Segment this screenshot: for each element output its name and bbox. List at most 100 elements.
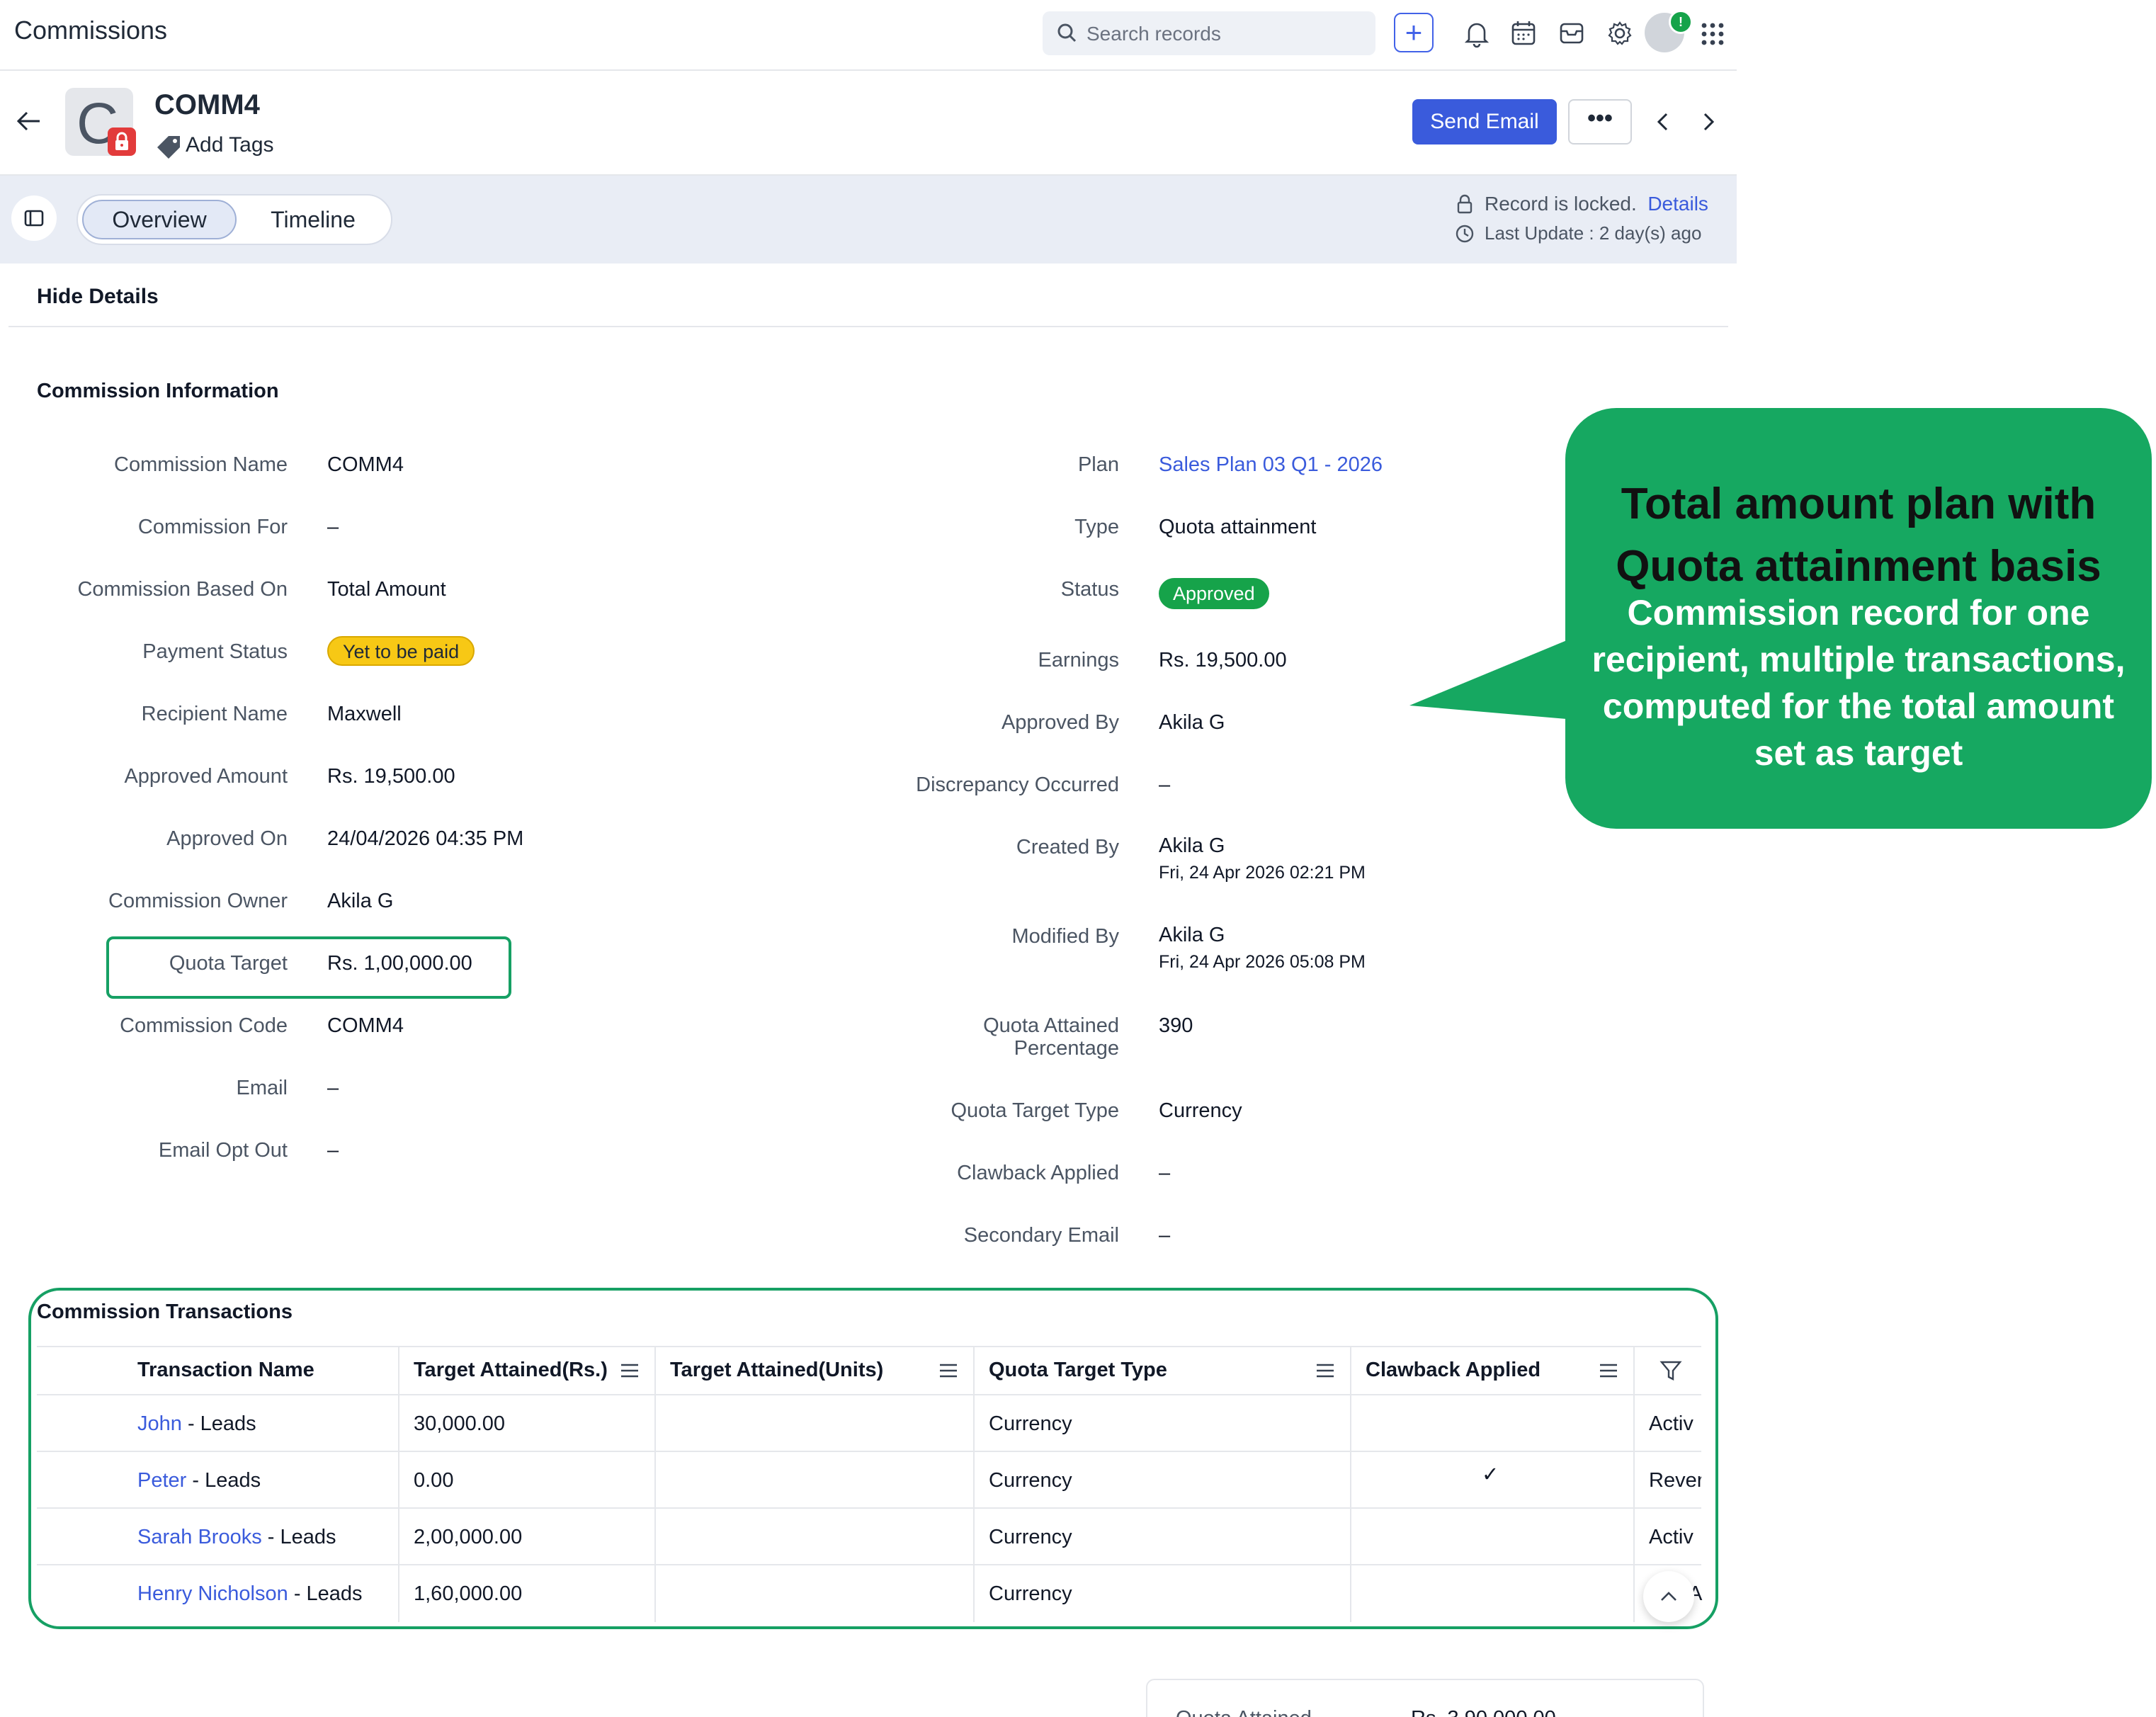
field-label: Commission Code (120, 1014, 288, 1037)
transactions-title: Commission Transactions (37, 1300, 293, 1323)
table-cell: Currency (989, 1469, 1072, 1492)
record-header: C COMM4 Add Tags Send Email ••• (0, 71, 1737, 176)
sidebar-toggle-icon (24, 210, 44, 227)
modified-by-value: Akila G (1159, 924, 1225, 946)
tab-overview[interactable]: Overview (82, 200, 237, 239)
divider (37, 1394, 1701, 1395)
commission-name-value: COMM4 (327, 453, 404, 476)
table-cell: Currency (989, 1526, 1072, 1548)
back-arrow-icon[interactable] (14, 106, 44, 136)
inbox-icon[interactable] (1555, 17, 1588, 50)
bell-icon[interactable] (1460, 17, 1493, 50)
menu-icon[interactable] (1598, 1360, 1619, 1381)
type-value: Quota attainment (1159, 516, 1317, 538)
column-header[interactable]: Quota Target Type (989, 1359, 1167, 1382)
field-label: Commission Name (114, 453, 288, 476)
transaction-suffix: - Leads (261, 1526, 336, 1548)
record-name: COMM4 (154, 89, 260, 120)
table-cell: Activ (1649, 1412, 1693, 1435)
apps-grid-icon[interactable] (1700, 21, 1725, 47)
check-icon: ✓ (1482, 1463, 1499, 1486)
status-badge: Approved (1159, 578, 1269, 609)
email-value: – (327, 1077, 339, 1099)
transaction-link[interactable]: John (137, 1412, 182, 1435)
send-email-button[interactable]: Send Email (1412, 99, 1557, 144)
section-title: Commission Information (37, 380, 279, 402)
hide-details-toggle[interactable]: Hide Details (37, 285, 159, 309)
column-header[interactable]: Clawback Applied (1366, 1359, 1541, 1382)
chevron-right-icon[interactable] (1696, 109, 1721, 135)
transaction-link[interactable]: Henry Nicholson (137, 1582, 288, 1605)
transaction-link[interactable]: Sarah Brooks (137, 1526, 262, 1548)
field-label: Plan (1077, 453, 1119, 476)
divider (37, 1564, 1701, 1565)
lock-status-text: Record is locked. (1485, 193, 1637, 215)
quota-summary-box: Quota Attained Rs. 3,90,000.00 (1146, 1679, 1704, 1717)
field-label: Payment Status (142, 640, 288, 663)
table-cell: Currency (989, 1582, 1072, 1605)
column-header[interactable]: Target Attained(Rs.) (414, 1359, 608, 1382)
calendar-icon[interactable] (1507, 17, 1540, 50)
transaction-link[interactable]: Peter (137, 1469, 186, 1492)
notification-badge-icon: ! (1669, 10, 1693, 34)
chevron-up-icon (1661, 1592, 1676, 1601)
commission-for-value: – (327, 516, 339, 538)
tab-timeline[interactable]: Timeline (242, 200, 384, 239)
menu-icon[interactable] (1315, 1360, 1336, 1381)
chevron-left-icon[interactable] (1650, 109, 1676, 135)
quota-target-type-value: Currency (1159, 1099, 1242, 1122)
add-tags-link[interactable]: Add Tags (186, 133, 274, 157)
table-cell: Rever (1649, 1469, 1701, 1492)
search-placeholder: Search records (1086, 23, 1221, 45)
field-label: Recipient Name (141, 703, 288, 725)
column-header[interactable]: Transaction Name (137, 1359, 314, 1382)
field-label: Commission For (137, 516, 288, 538)
divider (8, 326, 1728, 327)
filter-icon[interactable] (1659, 1359, 1683, 1383)
app-window: Commissions Search records + ! C COMM4 A… (0, 0, 1737, 1717)
secondary-email-value: – (1159, 1224, 1171, 1247)
approved-by-value: Akila G (1159, 711, 1225, 734)
sidebar-toggle-button[interactable] (11, 196, 57, 241)
table-row-name: Henry Nicholson - Leads (137, 1582, 363, 1606)
field-label: Discrepancy Occurred (916, 774, 1119, 796)
menu-icon[interactable] (938, 1360, 959, 1381)
divider (654, 1346, 656, 1622)
field-label: Quota Target Type (951, 1099, 1119, 1122)
table-cell: Activ (1649, 1526, 1693, 1548)
gear-icon[interactable] (1604, 17, 1636, 50)
tab-group: Overview Timeline (76, 194, 392, 245)
create-button[interactable]: + (1394, 13, 1434, 52)
discrepancy-value: – (1159, 774, 1171, 796)
menu-icon[interactable] (619, 1360, 640, 1381)
field-label: Earnings (1038, 649, 1119, 672)
transaction-suffix: - Leads (186, 1469, 261, 1492)
approved-amount-value: Rs. 19,500.00 (327, 765, 455, 788)
recipient-name-value: Maxwell (327, 703, 402, 725)
modified-by-date: Fri, 24 Apr 2026 05:08 PM (1159, 952, 1366, 972)
field-label: Status (1060, 578, 1119, 601)
field-label: Email (236, 1077, 288, 1099)
commission-owner-value: Akila G (327, 890, 394, 912)
lock-icon (108, 128, 136, 156)
field-label: Quota Target (169, 952, 288, 975)
tag-icon[interactable] (154, 133, 183, 162)
field-label: Created By (1016, 836, 1119, 858)
more-actions-button[interactable]: ••• (1568, 99, 1632, 144)
field-label: Clawback Applied (957, 1162, 1119, 1184)
column-header[interactable]: Target Attained(Units) (670, 1359, 883, 1382)
plan-link[interactable]: Sales Plan 03 Q1 - 2026 (1159, 453, 1383, 477)
search-input[interactable]: Search records (1043, 11, 1375, 55)
earnings-value: Rs. 19,500.00 (1159, 649, 1287, 672)
scroll-to-top-button[interactable] (1643, 1571, 1694, 1622)
quota-summary-label: Quota Attained (1176, 1707, 1312, 1717)
field-label: Type (1074, 516, 1119, 538)
callout-title-line: Total amount plan with (1621, 480, 2097, 528)
tab-bar: Overview Timeline Record is locked. Deta… (0, 176, 1737, 264)
transactions-highlight (28, 1288, 1718, 1629)
field-label: Approved By (1001, 711, 1119, 734)
lock-details-link[interactable]: Details (1647, 193, 1708, 215)
approved-on-value: 24/04/2026 04:35 PM (327, 827, 524, 850)
divider (1350, 1346, 1351, 1622)
field-label: Approved On (166, 827, 288, 850)
